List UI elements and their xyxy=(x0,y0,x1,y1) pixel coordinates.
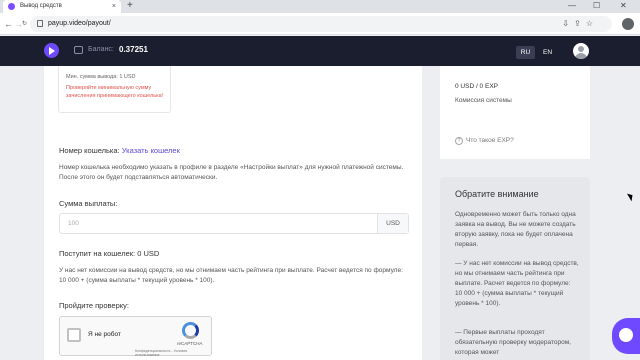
back-button[interactable]: ← xyxy=(4,18,13,30)
commission-values: 0 USD / 0 EXP xyxy=(455,83,498,90)
lang-en-button[interactable]: EN xyxy=(538,46,557,59)
reload-button[interactable]: ↻ xyxy=(22,18,27,30)
site-favicon-icon xyxy=(8,3,15,10)
amount-placeholder: 100 xyxy=(68,220,79,227)
captcha-label: Пройдите проверку: xyxy=(59,301,129,310)
payout-form-card: Мин. сумма вывода: 1 USD Проверяйте мини… xyxy=(44,66,422,360)
notice-card: Обратите внимание Одновременно может быт… xyxy=(440,177,590,360)
min-amount-text: Мин. сумма вывода: 1 USD xyxy=(66,74,136,80)
what-is-exp-text: Что такое EXP? xyxy=(466,137,514,144)
address-bar-row: ← → ↻ payup.video/payout/ ⇩⇪☆ xyxy=(0,13,640,35)
new-tab-button[interactable]: + xyxy=(127,0,133,12)
user-avatar-icon[interactable] xyxy=(573,43,589,59)
recaptcha-widget: Я не робот reCAPTCHA Конфиденциальность … xyxy=(59,316,212,357)
recaptcha-checkbox[interactable] xyxy=(67,328,81,342)
amount-input[interactable]: 100 USD xyxy=(59,213,409,234)
omnibox-icons[interactable]: ⇩⇪☆ xyxy=(562,16,598,32)
browser-tab[interactable]: Вывод средств × xyxy=(3,0,121,13)
notice-paragraph-3: — Первые выплаты проходят обязательную п… xyxy=(455,329,571,356)
recaptcha-text: Я не робот xyxy=(88,331,121,338)
what-is-exp-link[interactable]: ? Что такое EXP? xyxy=(455,137,514,145)
notice-paragraph-2: — У нас нет комиссии на вывод средств, н… xyxy=(455,260,579,307)
commission-label: Комиссия системы xyxy=(455,97,512,104)
question-icon: ? xyxy=(455,137,463,145)
browser-profile-icon[interactable] xyxy=(622,18,634,30)
wallet-description: Номер кошелька необходимо указать в проф… xyxy=(59,164,404,181)
url-input[interactable]: payup.video/payout/ ⇩⇪☆ xyxy=(30,16,612,32)
recaptcha-terms[interactable]: Конфиденциальность - Условия использован… xyxy=(135,349,211,357)
chat-widget-button[interactable] xyxy=(612,318,640,354)
commission-stats-card: 0 USD / 0 EXP Комиссия системы ? Что тако… xyxy=(440,66,590,159)
balance-value: 0.37251 xyxy=(119,45,148,54)
recaptcha-logo-icon xyxy=(182,322,199,339)
notice-title: Обратите внимание xyxy=(455,189,539,199)
url-text: payup.video/payout/ xyxy=(48,20,111,27)
payment-system-card[interactable]: Мин. сумма вывода: 1 USD Проверяйте мини… xyxy=(58,66,171,113)
tab-title: Вывод средств xyxy=(20,3,62,9)
commission-note: У нас нет комиссии на вывод средств, но … xyxy=(59,267,403,284)
min-amount-warning: Проверяйте минимальную сумму зачисления … xyxy=(66,85,164,99)
amount-label: Сумма выплаты: xyxy=(59,199,118,208)
mouse-cursor-icon xyxy=(627,191,635,202)
wallet-label: Номер кошелька: xyxy=(59,146,120,155)
balance-label: Баланс: xyxy=(88,46,114,53)
amount-currency: USD xyxy=(377,214,408,233)
recaptcha-brand: reCAPTCHA xyxy=(177,341,203,346)
wallet-label-row: Номер кошелька: Указать кошелек xyxy=(59,146,180,155)
tab-close-icon[interactable]: × xyxy=(112,0,116,13)
site-header: Баланс: 0.37251 RU EN xyxy=(0,36,640,66)
browser-tab-bar: Вывод средств × + — ☐ ✕ xyxy=(0,0,640,13)
lock-icon xyxy=(37,20,43,27)
set-wallet-link[interactable]: Указать кошелек xyxy=(122,146,180,155)
received-amount: Поступит на кошелек: 0 USD xyxy=(59,249,160,258)
page-content: Мин. сумма вывода: 1 USD Проверяйте мини… xyxy=(0,66,640,360)
notice-paragraph-1: Одновременно может быть только одна заяв… xyxy=(455,211,576,248)
payup-logo-icon[interactable] xyxy=(44,43,59,58)
lang-ru-button[interactable]: RU xyxy=(516,46,535,59)
close-window-button[interactable]: ✕ xyxy=(620,0,627,12)
minimize-button[interactable]: — xyxy=(568,0,576,12)
maximize-button[interactable]: ☐ xyxy=(593,0,600,12)
wallet-icon xyxy=(74,46,83,54)
